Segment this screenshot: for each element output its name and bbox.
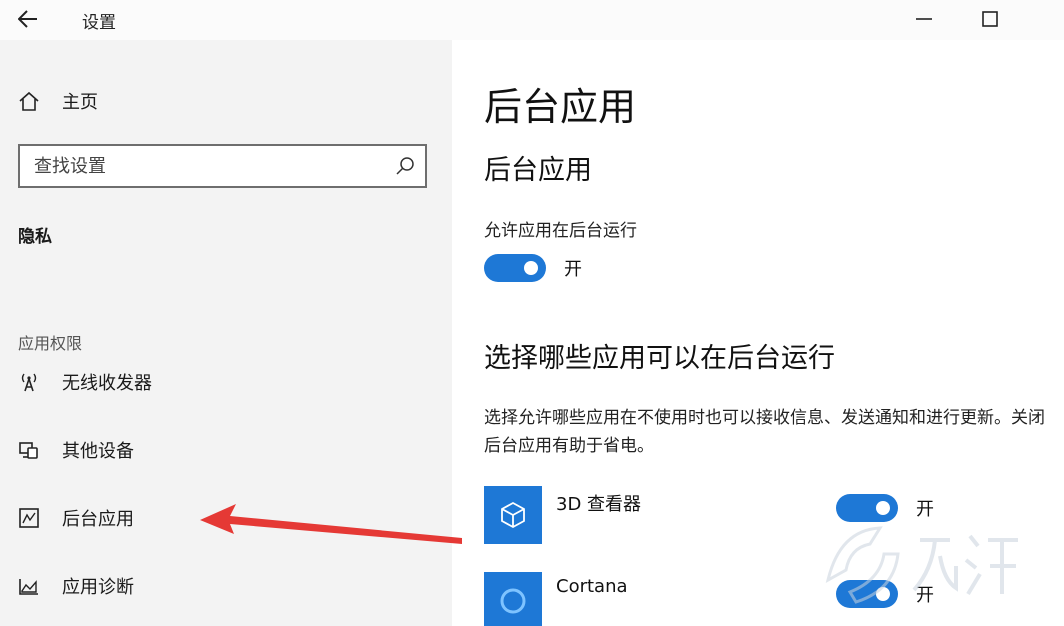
cortana-circle-icon bbox=[500, 588, 526, 614]
allow-background-toggle[interactable] bbox=[484, 254, 546, 282]
sidebar-item-label: 后台应用 bbox=[62, 509, 134, 530]
section-heading-choose-apps: 选择哪些应用可以在后台运行 bbox=[484, 343, 835, 374]
app-diagnostics-icon bbox=[18, 575, 40, 597]
search-input[interactable] bbox=[34, 154, 374, 178]
search-icon[interactable] bbox=[395, 156, 415, 176]
app-name: 3D 查看器 bbox=[556, 494, 642, 515]
sidebar-item-background-apps[interactable]: 后台应用 bbox=[18, 504, 134, 532]
app-tile bbox=[484, 486, 542, 544]
minimize-icon bbox=[916, 18, 932, 20]
app-tile bbox=[484, 572, 542, 626]
maximize-icon bbox=[982, 11, 998, 27]
nav-home[interactable]: 主页 bbox=[18, 88, 98, 114]
sidebar-item-radios[interactable]: 无线收发器 bbox=[18, 368, 152, 396]
choose-apps-description: 选择允许哪些应用在不使用时也可以接收信息、发送通知和进行更新。关闭后台应用有助于… bbox=[484, 408, 1045, 456]
toggle-state-label: 开 bbox=[564, 259, 582, 280]
sidebar-item-label: 其他设备 bbox=[62, 441, 134, 462]
sidebar-item-app-diagnostics[interactable]: 应用诊断 bbox=[18, 572, 134, 600]
other-devices-icon bbox=[18, 439, 40, 461]
title-bar: 设置 bbox=[0, 0, 1064, 40]
app-name: Cortana bbox=[556, 576, 628, 597]
sidebar-item-label: 应用诊断 bbox=[62, 577, 134, 598]
group-label-app-permissions: 应用权限 bbox=[18, 334, 83, 353]
allow-background-toggle-row: 开 bbox=[484, 254, 582, 282]
sidebar-item-other-devices[interactable]: 其他设备 bbox=[18, 436, 134, 464]
back-arrow-icon bbox=[18, 10, 37, 28]
window-title: 设置 bbox=[82, 13, 116, 33]
section-title-privacy: 隐私 bbox=[18, 227, 52, 247]
annotation-arrow-icon bbox=[200, 504, 462, 544]
back-button[interactable] bbox=[8, 4, 48, 34]
sidebar-item-label: 无线收发器 bbox=[62, 373, 152, 394]
background-apps-icon bbox=[18, 507, 40, 529]
toggle-knob bbox=[524, 261, 538, 275]
watermark-logo-icon bbox=[825, 526, 1018, 604]
3d-cube-icon bbox=[501, 501, 525, 529]
maximize-button[interactable] bbox=[962, 0, 1018, 38]
home-icon bbox=[19, 91, 39, 111]
radio-antenna-icon bbox=[18, 371, 40, 393]
page-title: 后台应用 bbox=[484, 85, 637, 129]
search-box[interactable] bbox=[18, 144, 427, 188]
section-heading-background-apps: 后台应用 bbox=[484, 155, 592, 186]
allow-background-label: 允许应用在后台运行 bbox=[484, 221, 637, 241]
minimize-button[interactable] bbox=[896, 0, 952, 38]
nav-home-label: 主页 bbox=[62, 92, 98, 113]
